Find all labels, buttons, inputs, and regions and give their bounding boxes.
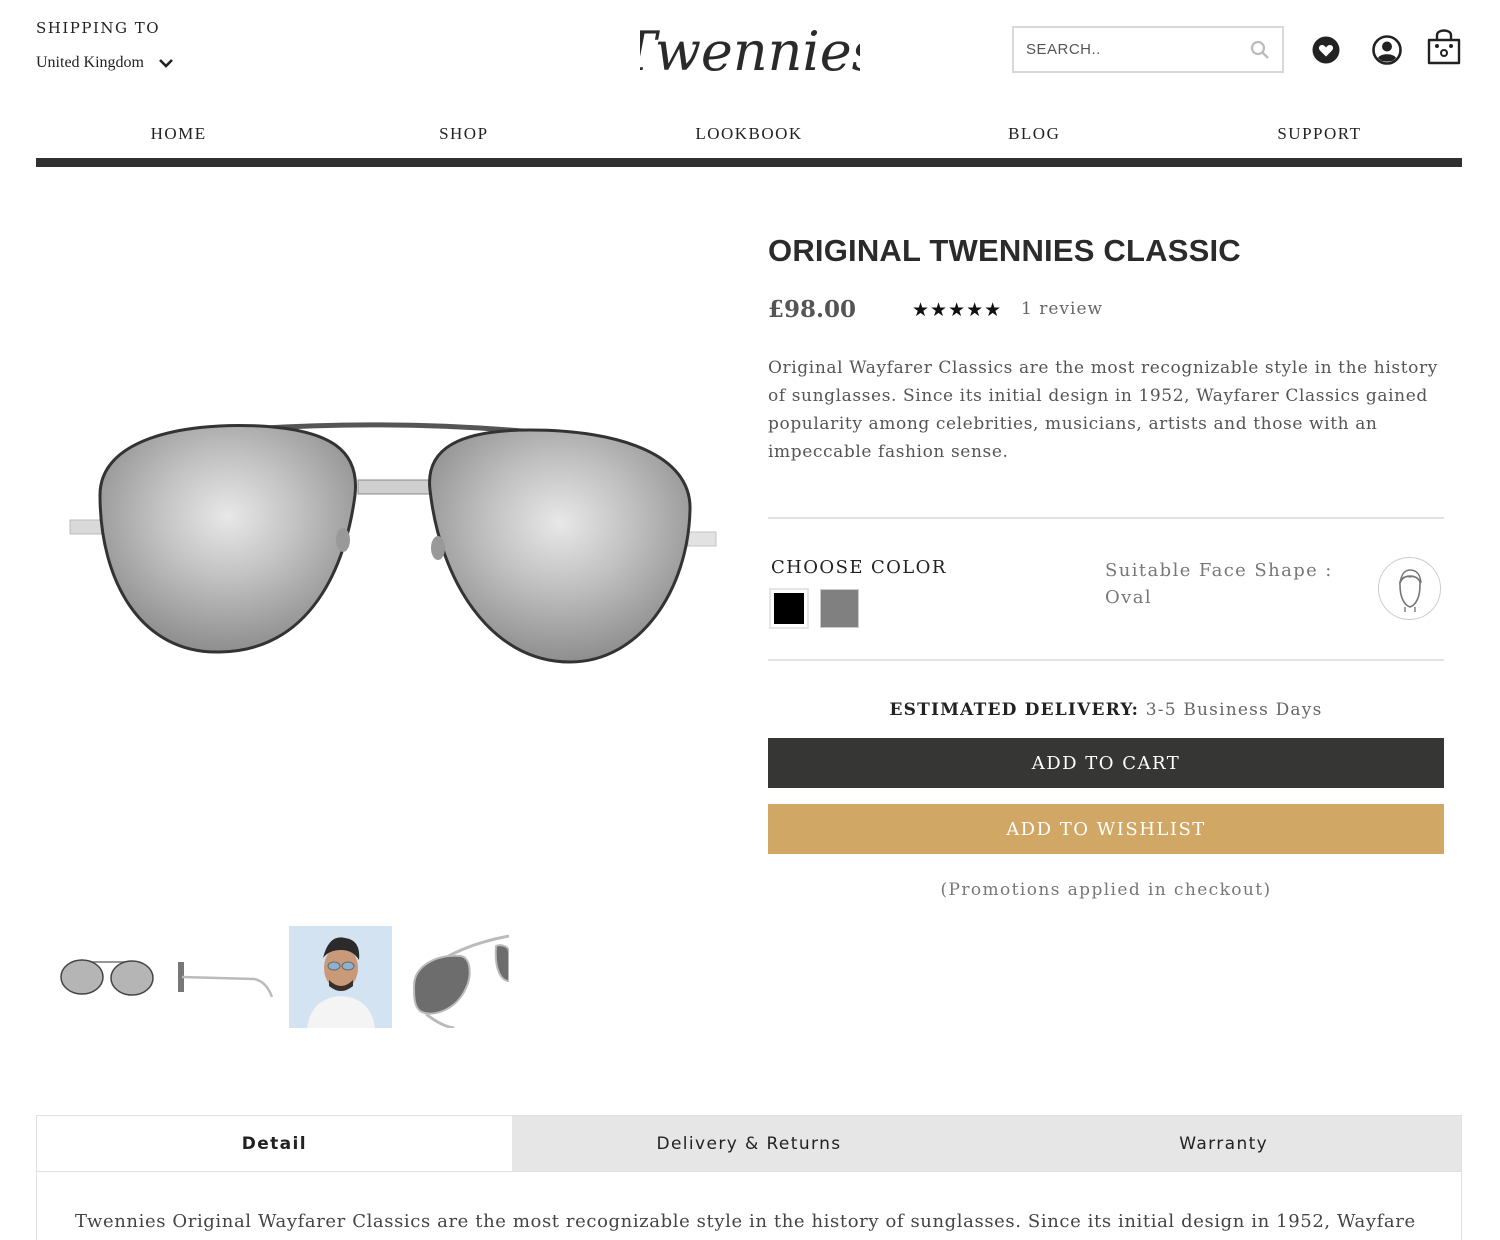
- thumbnail-model[interactable]: [289, 926, 392, 1028]
- divider: [768, 517, 1444, 519]
- thumbnail-side-image: [177, 962, 273, 998]
- thumbnail-angle[interactable]: [406, 926, 509, 1028]
- divider: [768, 659, 1444, 661]
- product-description: Original Wayfarer Classics are the most …: [768, 358, 1438, 462]
- nav-lookbook[interactable]: LOOKBOOK: [606, 112, 891, 158]
- nav-divider: [36, 158, 1462, 167]
- choose-color-label: CHOOSE COLOR: [771, 557, 947, 578]
- product-main-image: [69, 422, 717, 664]
- thumbnail-front-image: [59, 959, 154, 996]
- cart-button[interactable]: [1425, 26, 1463, 66]
- oval-face-icon: [1398, 568, 1422, 612]
- account-icon: [1372, 35, 1402, 65]
- search-box[interactable]: [1012, 26, 1284, 73]
- thumbnail-angle-image: [412, 934, 509, 1028]
- color-swatch-gray[interactable]: [820, 589, 859, 628]
- face-shape-info: Suitable Face Shape : Oval: [1105, 557, 1333, 611]
- delivery-label: ESTIMATED DELIVERY:: [889, 700, 1140, 720]
- promotions-note: (Promotions applied in checkout): [940, 880, 1272, 900]
- thumbnail-strip: [55, 926, 509, 1028]
- chevron-down-icon: [159, 59, 173, 68]
- thumbnail-side[interactable]: [172, 926, 275, 1028]
- delivery-value: 3-5 Business Days: [1145, 700, 1323, 720]
- logo[interactable]: Twennies: [640, 8, 860, 88]
- nav-support[interactable]: SUPPORT: [1177, 112, 1462, 158]
- detail-text: Twennies Original Wayfarer Classics are …: [75, 1211, 1415, 1232]
- shipping-country-select[interactable]: United Kingdom: [36, 54, 174, 72]
- logo-text: Twennies: [640, 20, 860, 83]
- face-shape-value: Oval: [1105, 587, 1153, 608]
- rating-stars[interactable]: ★★★★★: [912, 299, 1002, 321]
- product-title: ORIGINAL TWENNIES CLASSIC: [768, 233, 1241, 268]
- color-swatch-black-fill: [774, 593, 804, 624]
- tab-delivery-returns[interactable]: Delivery & Returns: [511, 1116, 987, 1171]
- account-button[interactable]: [1368, 30, 1406, 70]
- color-swatch-black[interactable]: [769, 588, 809, 629]
- thumbnail-front[interactable]: [55, 926, 158, 1028]
- wishlist-button[interactable]: [1307, 30, 1345, 70]
- face-shape-label: Suitable Face Shape :: [1105, 560, 1333, 581]
- add-to-wishlist-button[interactable]: ADD TO WISHLIST: [768, 804, 1444, 854]
- heart-icon: [1312, 36, 1340, 64]
- thumbnail-model-image: [289, 926, 392, 1028]
- shipping-country-value: United Kingdom: [36, 54, 144, 71]
- shopping-bag-icon: [1427, 29, 1461, 65]
- nav-shop[interactable]: SHOP: [321, 112, 606, 158]
- tab-warranty[interactable]: Warranty: [986, 1116, 1462, 1171]
- nav-home[interactable]: HOME: [36, 112, 321, 158]
- tab-detail[interactable]: Detail: [37, 1116, 512, 1171]
- product-tabs: Detail Delivery & Returns Warranty: [36, 1115, 1462, 1171]
- shipping-label: SHIPPING TO: [36, 19, 161, 37]
- review-count-link[interactable]: 1 review: [1021, 299, 1103, 319]
- product-price: £98.00: [768, 296, 857, 323]
- search-input[interactable]: [1026, 41, 1250, 58]
- nav-blog[interactable]: BLOG: [892, 112, 1177, 158]
- add-to-cart-button[interactable]: ADD TO CART: [768, 738, 1444, 788]
- search-icon[interactable]: [1250, 40, 1270, 60]
- estimated-delivery: ESTIMATED DELIVERY: 3-5 Business Days: [768, 700, 1444, 720]
- face-shape-icon: [1378, 557, 1441, 620]
- main-nav: HOME SHOP LOOKBOOK BLOG SUPPORT: [36, 112, 1462, 158]
